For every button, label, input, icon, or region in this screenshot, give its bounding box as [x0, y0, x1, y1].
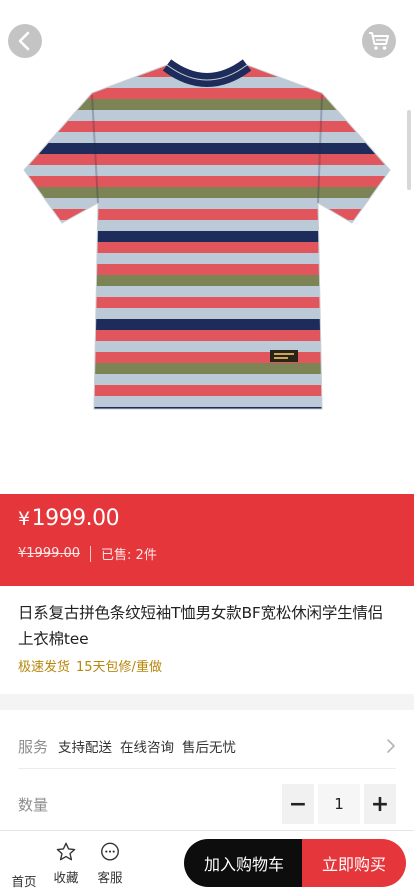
shirt-stripe	[24, 242, 390, 254]
shirt-stripe	[24, 352, 390, 364]
cart-button[interactable]	[362, 24, 396, 58]
service-items: 支持配送 在线咨询 售后无忧	[58, 736, 236, 756]
nav-favorite-label: 收藏	[53, 870, 79, 885]
shirt-stripe	[24, 88, 390, 100]
nav-customer-service[interactable]: 客服	[88, 837, 132, 886]
shirt-stripe	[24, 407, 390, 409]
buy-now-button[interactable]: 立即购买	[302, 839, 406, 887]
quantity-label: 数量	[18, 795, 49, 814]
back-button[interactable]	[8, 24, 42, 58]
price-value: 1999.00	[31, 506, 120, 531]
nav-home[interactable]: 首页	[2, 837, 46, 890]
service-item: 支持配送	[58, 740, 112, 756]
currency-symbol: ¥	[18, 508, 30, 530]
shirt-stripe	[24, 176, 390, 188]
product-detail-page: ¥1999.00 ¥1999.00 已售: 2件 日系复古拼色条纹短袖T恤男女款…	[0, 0, 414, 896]
shirt-stripe	[24, 187, 390, 199]
product-info: 日系复古拼色条纹短袖T恤男女款BF宽松休闲学生情侣上衣棉tee 极速发货 15天…	[0, 586, 414, 694]
quantity-stepper: − 1 +	[282, 784, 396, 824]
shirt-stripe	[24, 308, 390, 320]
bottom-action-bar: 首页 收藏 客服 加入购物车 立即购买	[0, 830, 414, 896]
shirt-stripe	[24, 374, 390, 386]
tag-warranty: 15天包修/重做	[76, 660, 162, 675]
shirt-stripe	[24, 165, 390, 177]
price-section: ¥1999.00 ¥1999.00 已售: 2件	[0, 494, 414, 586]
divider	[90, 545, 92, 562]
increase-button[interactable]: +	[364, 784, 396, 824]
shirt-stripe	[24, 330, 390, 342]
product-title: 日系复古拼色条纹短袖T恤男女款BF宽松休闲学生情侣上衣棉tee	[18, 604, 384, 648]
product-image-area[interactable]	[0, 0, 414, 494]
current-price: ¥1999.00	[18, 506, 120, 531]
shopping-cart-icon	[369, 32, 389, 50]
shirt-stripe	[24, 396, 390, 408]
scrollbar[interactable]	[407, 110, 411, 190]
shirt-stripe	[24, 363, 390, 375]
shirt-stripe	[24, 385, 390, 397]
shirt-stripe	[24, 264, 390, 276]
shirt-stripe	[24, 121, 390, 133]
service-label: 服务	[18, 737, 49, 756]
chevron-left-icon	[18, 31, 30, 51]
star-icon	[56, 842, 76, 861]
shirt-stripe	[24, 132, 390, 144]
service-item: 在线咨询	[120, 740, 174, 756]
decrease-button[interactable]: −	[282, 784, 314, 824]
shirt-stripe	[24, 253, 390, 265]
quantity-value[interactable]: 1	[318, 784, 360, 824]
nav-favorite[interactable]: 收藏	[44, 837, 88, 886]
shirt-stripe	[24, 143, 390, 155]
shirt-stripe	[24, 341, 390, 353]
service-item: 售后无忧	[182, 740, 236, 756]
product-image	[22, 55, 392, 415]
chat-bubble-icon	[101, 842, 119, 861]
shirt-stripe	[24, 110, 390, 122]
add-to-cart-button[interactable]: 加入购物车	[184, 839, 304, 887]
service-row[interactable]: 服务 支持配送 在线咨询 售后无忧	[18, 724, 396, 768]
original-price: ¥1999.00	[18, 546, 81, 561]
shirt-stripe	[24, 220, 390, 232]
divider	[18, 768, 396, 769]
shirt-stripe	[24, 231, 390, 243]
chevron-right-icon	[387, 739, 395, 753]
nav-service-label: 客服	[97, 870, 123, 885]
shirt-stripe	[24, 65, 390, 67]
price-subline: ¥1999.00 已售: 2件	[18, 544, 157, 563]
nav-home-label: 首页	[11, 874, 37, 889]
sold-count: 已售: 2件	[101, 548, 157, 563]
shirt-stripe	[24, 154, 390, 166]
shirt-stripe	[24, 198, 390, 210]
options-section: 服务 支持配送 在线咨询 售后无忧 数量 − 1 +	[0, 710, 414, 830]
shirt-stripe	[24, 275, 390, 287]
quantity-row: 数量 − 1 +	[18, 782, 396, 826]
tag-fast-shipping: 极速发货	[18, 660, 71, 675]
shirt-stripe	[24, 297, 390, 309]
shirt-stripe	[24, 286, 390, 298]
shirt-stripe	[24, 319, 390, 331]
product-tags: 极速发货 15天包修/重做	[18, 656, 396, 675]
